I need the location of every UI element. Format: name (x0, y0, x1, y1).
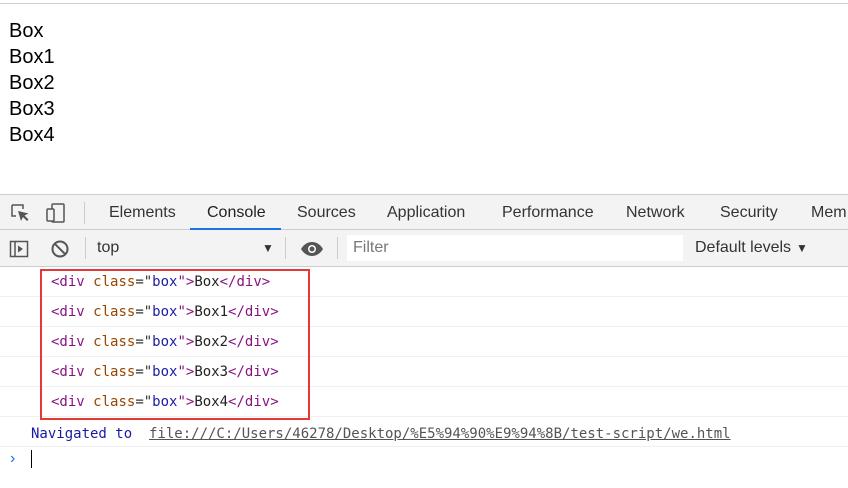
tab-performance[interactable]: Performance (502, 195, 594, 230)
filter-input[interactable] (347, 235, 683, 261)
page-content: Box Box1 Box2 Box3 Box4 (9, 18, 55, 148)
context-selector[interactable]: top (97, 230, 119, 266)
tab-network[interactable]: Network (626, 195, 685, 230)
annotation-highlight-box (40, 269, 310, 420)
page-text-line: Box2 (9, 72, 55, 94)
tab-elements[interactable]: Elements (109, 195, 176, 230)
navigation-url-link[interactable]: file:///C:/Users/46278/Desktop/%E5%94%90… (149, 422, 731, 446)
device-toolbar-icon[interactable] (46, 203, 66, 223)
log-levels-label: Default levels (695, 239, 792, 256)
console-toolbar: top ▼ Default levels ▼ (0, 230, 848, 267)
dropdown-arrow-icon: ▼ (796, 241, 808, 255)
console-output: <div class="box">Box</div> <div class="b… (0, 267, 848, 488)
top-divider (0, 3, 848, 4)
console-prompt[interactable]: › (0, 447, 848, 471)
tab-security[interactable]: Security (720, 195, 778, 230)
page-text-line: Box (9, 20, 44, 42)
show-sidebar-icon[interactable] (9, 239, 29, 259)
page-text-line: Box3 (9, 98, 55, 120)
toolbar-divider (85, 237, 86, 259)
tab-console[interactable]: Console (207, 195, 266, 230)
clear-console-icon[interactable] (50, 239, 70, 259)
dropdown-arrow-icon[interactable]: ▼ (262, 230, 274, 266)
tab-sources[interactable]: Sources (297, 195, 356, 230)
navigated-to-label: Navigated to (31, 426, 133, 442)
prompt-chevron-icon: › (10, 450, 16, 467)
devtools-panel: Elements Console Sources Application Per… (0, 194, 848, 488)
page-text-line: Box1 (9, 46, 55, 68)
inspect-element-icon[interactable] (10, 203, 30, 223)
devtools-tab-bar: Elements Console Sources Application Per… (0, 194, 848, 230)
toolbar-divider (337, 237, 338, 259)
tab-memory[interactable]: Mem (811, 195, 847, 230)
tab-application[interactable]: Application (387, 195, 465, 230)
log-levels-dropdown[interactable]: Default levels ▼ (695, 230, 808, 266)
page-text-line: Box4 (9, 124, 55, 146)
toolbar-divider (84, 202, 85, 224)
live-expression-eye-icon[interactable] (299, 239, 325, 259)
navigation-message: Navigated to file:///C:/Users/46278/Desk… (0, 422, 848, 447)
toolbar-divider (285, 237, 286, 259)
text-caret (31, 450, 32, 468)
